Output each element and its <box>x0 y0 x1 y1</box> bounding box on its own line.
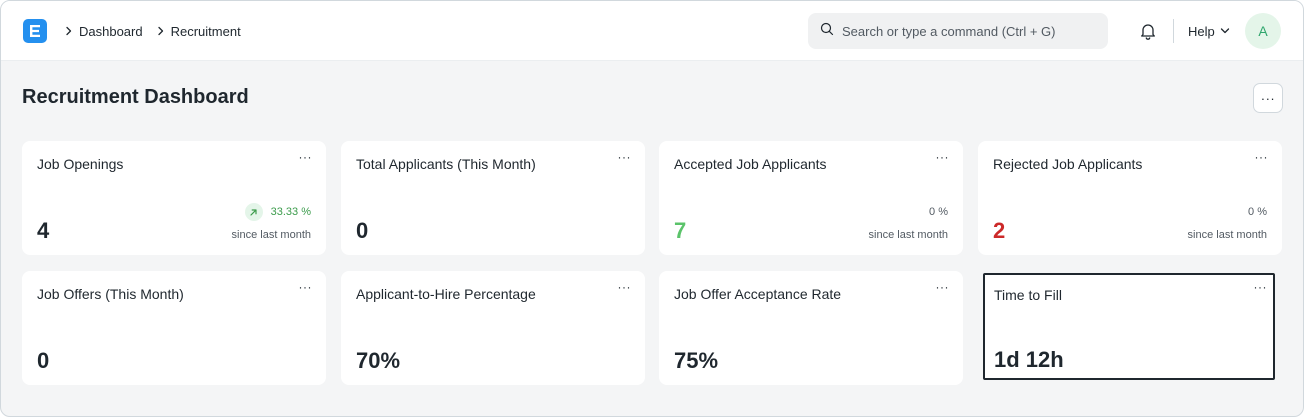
breadcrumb-dashboard[interactable]: Dashboard <box>79 24 143 39</box>
navbar: Dashboard Recruitment Help A <box>1 1 1303 61</box>
card-title: Accepted Job Applicants <box>674 156 827 172</box>
card-accepted-applicants[interactable]: Accepted Job Applicants ··· 7 0 % since … <box>659 141 963 255</box>
avatar[interactable]: A <box>1245 13 1281 49</box>
breadcrumb: Dashboard Recruitment <box>61 22 251 40</box>
chevron-right-icon <box>61 23 77 39</box>
card-time-to-fill[interactable]: Time to Fill ··· 1d 12h <box>983 273 1275 380</box>
card-value: 1d 12h <box>994 347 1064 372</box>
card-menu-button[interactable]: ··· <box>936 150 950 164</box>
card-value: 70% <box>356 348 401 373</box>
card-value: 2 <box>993 218 1006 243</box>
notification-bell-icon[interactable] <box>1138 21 1158 41</box>
card-menu-button[interactable]: ··· <box>936 280 950 294</box>
card-title: Rejected Job Applicants <box>993 156 1143 172</box>
search-bar[interactable] <box>808 13 1108 49</box>
card-value: 0 <box>356 218 369 243</box>
card-menu-button[interactable]: ··· <box>618 280 632 294</box>
app-logo-icon[interactable] <box>23 19 47 43</box>
card-job-offers[interactable]: Job Offers (This Month) ··· 0 <box>22 271 326 385</box>
since-label: since last month <box>868 229 948 241</box>
card-title: Applicant-to-Hire Percentage <box>356 286 536 302</box>
chevron-down-icon <box>1220 28 1229 34</box>
trend-percent: 0 % <box>929 206 948 218</box>
trend-indicator: 0 % <box>1248 206 1267 218</box>
navbar-divider <box>1173 19 1174 43</box>
card-title: Job Openings <box>37 156 124 172</box>
trend-indicator: 33.33 % <box>244 203 311 221</box>
search-input[interactable] <box>842 23 1092 39</box>
arrow-up-right-icon <box>244 203 263 221</box>
card-menu-button[interactable]: ··· <box>618 150 632 164</box>
chevron-right-icon <box>153 23 169 39</box>
card-menu-button[interactable]: ··· <box>299 150 313 164</box>
card-title: Time to Fill <box>994 287 1062 303</box>
card-title: Job Offer Acceptance Rate <box>674 286 842 302</box>
breadcrumb-recruitment[interactable]: Recruitment <box>171 24 241 39</box>
card-value: 7 <box>674 218 687 243</box>
since-label: since last month <box>1187 229 1267 241</box>
app-window: Dashboard Recruitment Help A Recruitment… <box>0 0 1304 417</box>
trend-percent: 0 % <box>1248 206 1267 218</box>
card-applicant-to-hire[interactable]: Applicant-to-Hire Percentage ··· 70% <box>341 271 645 385</box>
page-title: Recruitment Dashboard <box>22 86 249 108</box>
card-menu-button[interactable]: ··· <box>1255 150 1269 164</box>
card-title: Total Applicants (This Month) <box>356 156 536 172</box>
card-menu-button[interactable]: ··· <box>299 280 313 294</box>
trend-indicator: 0 % <box>929 206 948 218</box>
since-label: since last month <box>231 229 311 241</box>
page-menu-button[interactable]: ··· <box>1253 83 1283 113</box>
trend-percent: 33.33 % <box>270 206 311 218</box>
card-menu-button[interactable]: ··· <box>1254 280 1268 294</box>
help-label: Help <box>1188 23 1215 39</box>
card-value: 4 <box>37 218 50 243</box>
card-total-applicants[interactable]: Total Applicants (This Month) ··· 0 <box>341 141 645 255</box>
search-icon <box>820 22 834 41</box>
card-title: Job Offers (This Month) <box>37 286 184 302</box>
card-value: 0 <box>37 348 50 373</box>
card-rejected-applicants[interactable]: Rejected Job Applicants ··· 2 0 % since … <box>978 141 1282 255</box>
card-value: 75% <box>674 348 719 373</box>
help-dropdown[interactable]: Help <box>1188 22 1230 40</box>
card-offer-acceptance-rate[interactable]: Job Offer Acceptance Rate ··· 75% <box>659 271 963 385</box>
card-job-openings[interactable]: Job Openings ··· 4 33.33 % since last mo… <box>22 141 326 255</box>
